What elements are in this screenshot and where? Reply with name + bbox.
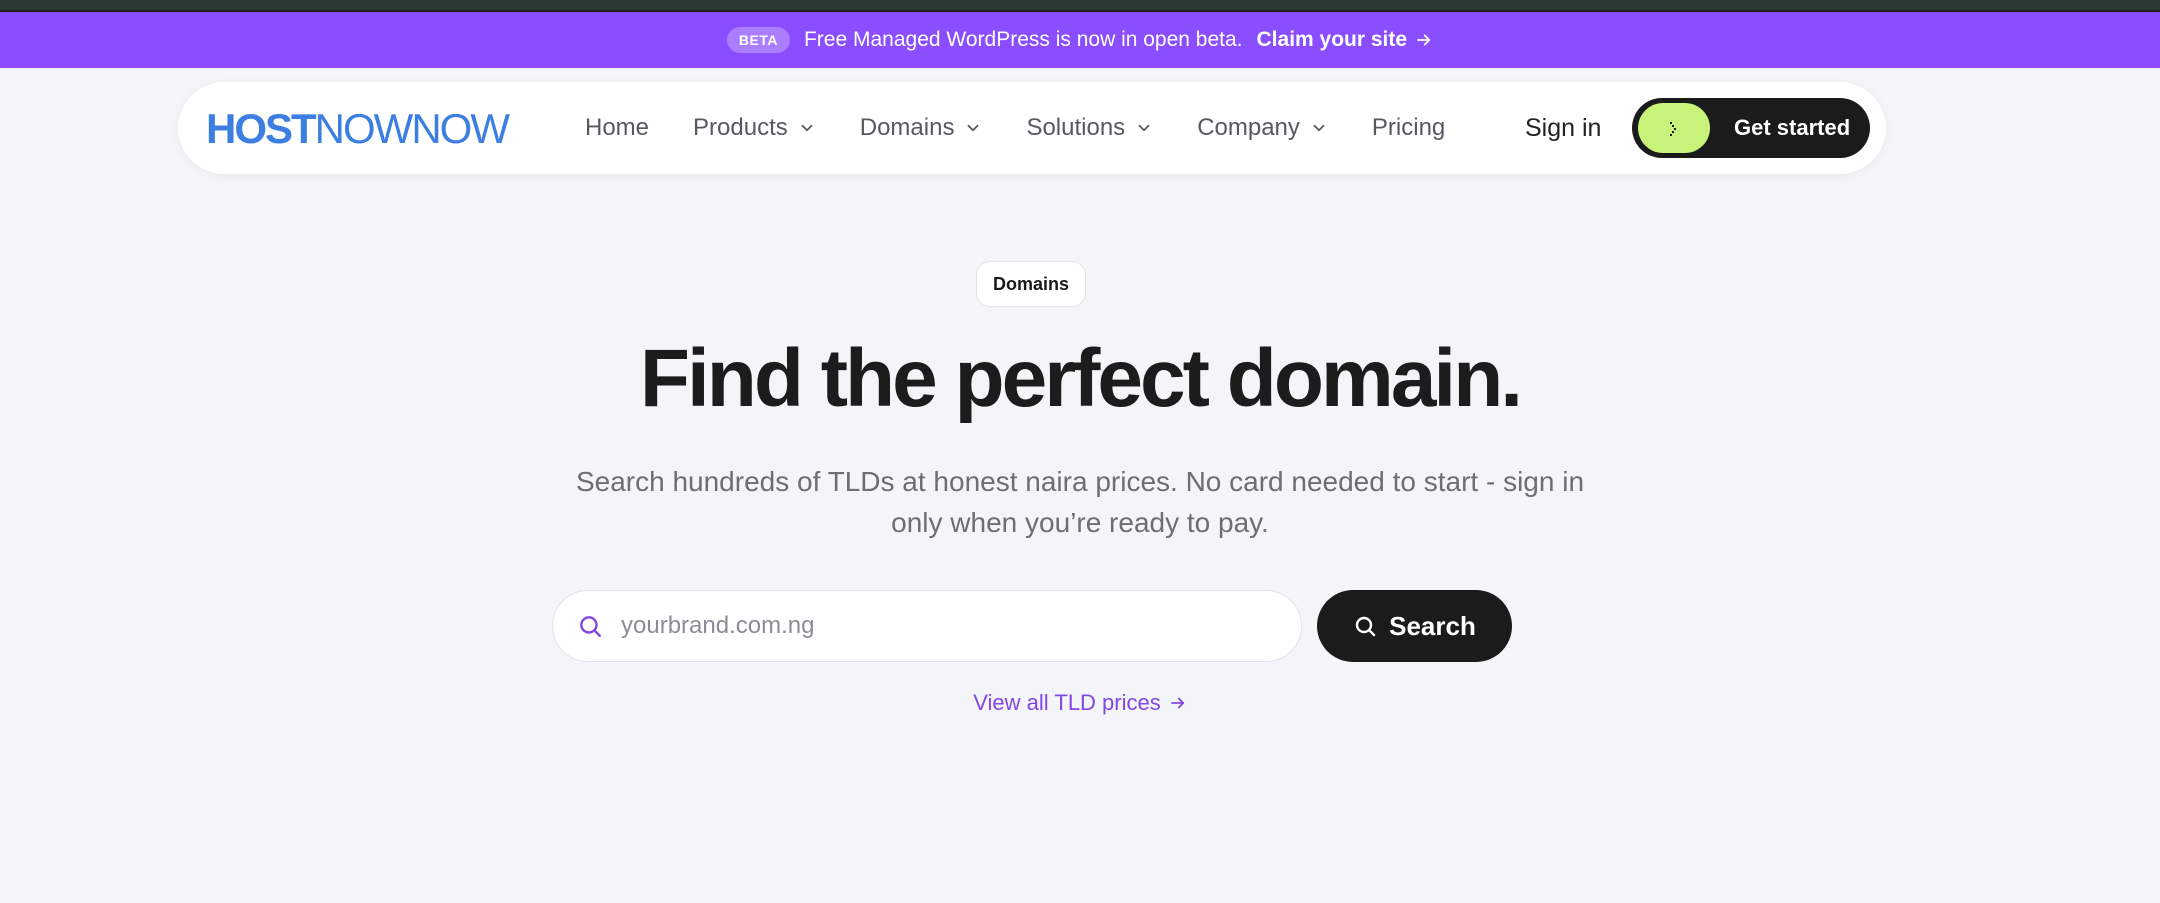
logo-bold-part: HOST [206,105,317,152]
sign-in-link[interactable]: Sign in [1525,82,1601,174]
view-tld-prices-label: View all TLD prices [973,690,1161,715]
promo-banner: BETA Free Managed WordPress is now in op… [0,12,2160,68]
promo-message: Free Managed WordPress is now in open be… [803,28,1243,51]
nav-item-label: Pricing [1371,114,1446,141]
nav-item-label: Company [1197,114,1300,141]
hero-subtitle: Search hundreds of TLDs at honest naira … [575,466,1585,538]
nav-item-solutions[interactable]: Solutions [1026,114,1153,142]
search-button-label: Search [1389,610,1476,641]
main-navbar: HOST NOWNOW Home Products Domains Solutio… [178,82,1886,174]
nav-item-label: Home [585,114,650,141]
nav-item-pricing[interactable]: Pricing [1372,114,1445,142]
nav-item-home[interactable]: Home [585,114,649,142]
window-top-strip [0,0,2160,12]
nav-links: Home Products Domains Solutions Company … [585,82,1445,174]
chevron-down-icon [968,124,979,132]
chevron-down-icon [1138,124,1150,132]
search-button[interactable]: Search [1317,590,1512,662]
brand-logo[interactable]: HOST NOWNOW [206,105,510,152]
tld-link-row: View all TLD prices [0,690,2160,716]
chevron-down-icon [801,124,813,132]
claim-site-link[interactable]: Claim your site [1257,28,1434,52]
search-icon [580,616,601,637]
claim-site-label: Claim your site [1256,28,1408,51]
page-title: Find the perfect domain. [639,333,1523,424]
search-icon [1355,616,1376,637]
get-started-button[interactable]: Get started [1632,98,1870,158]
domain-search-input[interactable] [619,611,1243,641]
view-tld-prices-link[interactable]: View all TLD prices [973,690,1186,716]
nav-item-domains[interactable]: Domains [860,114,983,142]
chevron-down-icon [1313,124,1325,132]
arrow-right-icon [1417,34,1431,46]
domain-search-box[interactable] [552,590,1302,662]
nav-item-company[interactable]: Company [1197,114,1328,142]
nav-item-label: Solutions [1026,114,1126,141]
nav-item-label: Domains [859,114,955,141]
nav-item-label: Products [693,114,788,141]
get-started-label: Get started [1734,115,1851,140]
section-eyebrow-badge: Domains [976,261,1086,307]
logo-regular-part: NOWNOW [314,105,510,152]
sparkle-icon [1670,122,1676,136]
beta-badge: BETA [726,27,790,53]
get-started-pill [1638,103,1710,153]
nav-item-products[interactable]: Products [693,114,816,142]
arrow-right-icon [1170,697,1184,709]
